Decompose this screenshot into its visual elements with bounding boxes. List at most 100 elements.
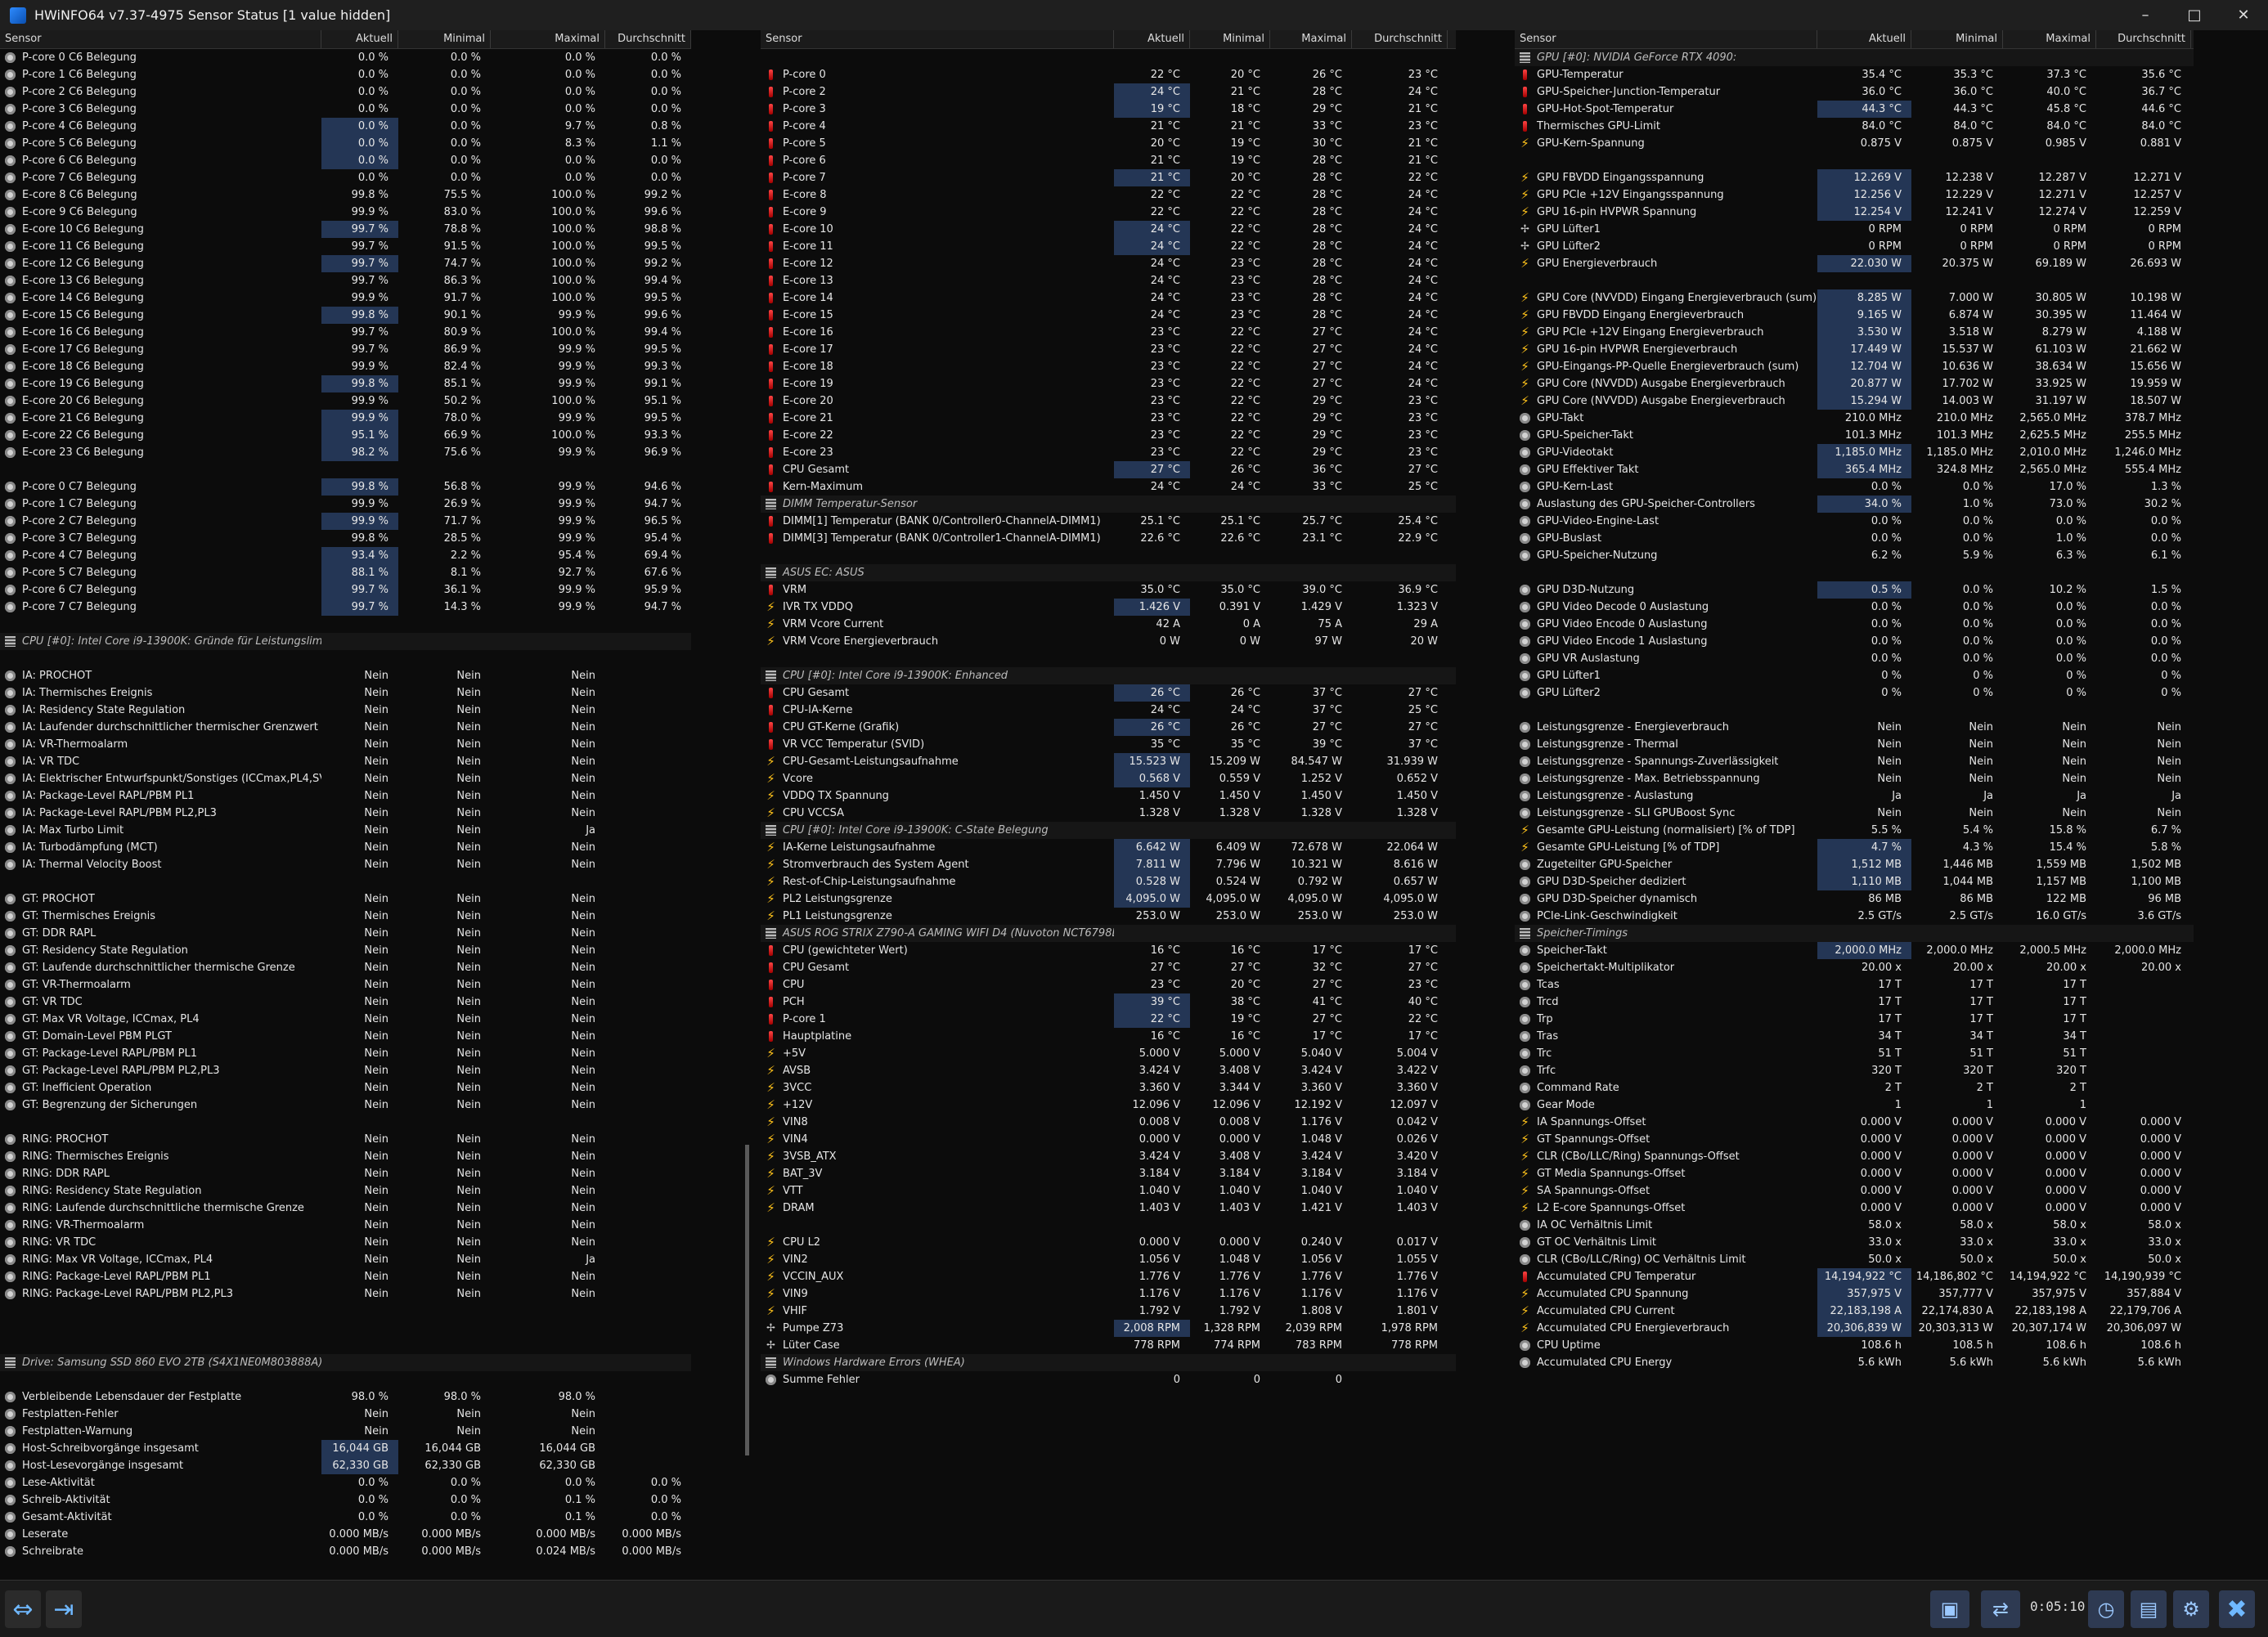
col-sensor[interactable]: Sensor [0, 30, 321, 48]
sensor-row[interactable]: ⚡ 3VSB_ATX 3.424 V 3.408 V 3.424 V 3.420 V [761, 1148, 1456, 1165]
sensor-row[interactable]: VRM 35.0 °C 35.0 °C 39.0 °C 36.9 °C [761, 581, 1456, 599]
sensor-row[interactable]: GPU-Takt 210.0 MHz 210.0 MHz 2,565.0 MHz 378… [1515, 410, 2194, 427]
sensor-row[interactable]: GPU-Video-Engine-Last 0.0 % 0.0 % 0.0 % 0.0 … [1515, 513, 2194, 530]
sensor-row[interactable]: ⚡ VIN8 0.008 V 0.008 V 1.176 V 0.042 V [761, 1114, 1456, 1131]
sensor-row[interactable]: Schreibrate 0.000 MB/s 0.000 MB/s 0.024 MB/… [0, 1543, 691, 1560]
sensor-row[interactable]: IA: Package-Level RAPL/PBM PL1 Nein Nein Ne… [0, 787, 691, 805]
sensor-group-header[interactable]: ASUS EC: ASUS [761, 564, 1456, 581]
sensor-row[interactable]: E-core 11 24 °C 22 °C 28 °C 24 °C [761, 238, 1456, 255]
sensor-row[interactable]: CPU Gesamt 27 °C 26 °C 36 °C 27 °C [761, 461, 1456, 478]
sensor-row[interactable]: E-core 18 C6 Belegung 99.9 % 82.4 % 99.9 % 9… [0, 358, 691, 375]
sensor-row[interactable]: Host-Schreibvorgänge insgesamt 16,044 GB 1… [0, 1440, 691, 1457]
col-max[interactable]: Maximal [1270, 30, 1352, 48]
sensor-row[interactable]: CLR (CBo/LLC/Ring) OC Verhältnis Limit 50… [1515, 1251, 2194, 1268]
sensor-row[interactable]: ⚡ GPU Core (NVVDD) Ausgabe Energieverbrau… [1515, 392, 2194, 410]
sensor-row[interactable]: P-core 3 C6 Belegung 0.0 % 0.0 % 0.0 % 0.0 % [0, 101, 691, 118]
monitor-network-icon[interactable]: ▣ [1930, 1590, 1969, 1628]
sensor-row[interactable]: Leserate 0.000 MB/s 0.000 MB/s 0.000 MB/s 0.… [0, 1526, 691, 1543]
sensor-row[interactable]: ⚡ Stromverbrauch des System Agent 7.811 W7… [761, 856, 1456, 873]
sensor-group-header[interactable]: CPU [#0]: Intel Core i9-13900K: Gründe f… [0, 633, 691, 650]
sensor-row[interactable]: E-core 17 23 °C 22 °C 27 °C 24 °C [761, 341, 1456, 358]
sensor-row[interactable]: P-core 1 C6 Belegung 0.0 % 0.0 % 0.0 % 0.0 % [0, 66, 691, 83]
sensor-row[interactable]: CPU Gesamt 27 °C 27 °C 32 °C 27 °C [761, 959, 1456, 976]
sensor-row[interactable]: GPU-Hot-Spot-Temperatur 44.3 °C 44.3 °C 45.… [1515, 101, 2194, 118]
col-avg[interactable]: Durchschnitt [2096, 30, 2191, 48]
sensor-row[interactable]: GT: Residency State Regulation Nein Nein Ne… [0, 942, 691, 959]
sensor-row[interactable]: E-core 23 23 °C 22 °C 29 °C 23 °C [761, 444, 1456, 461]
sensor-row[interactable]: IA: Turbodämpfung (MCT) Nein Nein Nein [0, 839, 691, 856]
sensor-row[interactable]: ⚡ DRAM 1.403 V 1.403 V 1.421 V 1.403 V [761, 1200, 1456, 1217]
sensor-row[interactable]: E-core 17 C6 Belegung 99.7 % 86.9 % 99.9 % 9… [0, 341, 691, 358]
sensor-row[interactable]: IA: PROCHOT Nein Nein Nein [0, 667, 691, 684]
sensor-row[interactable]: Verbleibende Lebensdauer der Festplatte 9… [0, 1388, 691, 1406]
sensor-row[interactable]: IA OC Verhältnis Limit 58.0 x 58.0 x 58.0 x… [1515, 1217, 2194, 1234]
sensor-row[interactable]: E-core 20 C6 Belegung 99.9 % 50.2 % 100.0 %… [0, 392, 691, 410]
sensor-row[interactable]: GT: Domain-Level PBM PLGT Nein Nein Nein [0, 1028, 691, 1045]
sensor-row[interactable]: IA: Max Turbo Limit Nein Nein Ja [0, 822, 691, 839]
sensor-row[interactable]: Schreib-Aktivität 0.0 % 0.0 % 0.1 % 0.0 % [0, 1491, 691, 1509]
sensor-row[interactable]: GT: Thermisches Ereignis Nein Nein Nein [0, 908, 691, 925]
sensor-row[interactable]: P-core 6 C7 Belegung 99.7 % 36.1 % 99.9 % 95… [0, 581, 691, 599]
sensor-row[interactable]: E-core 13 C6 Belegung 99.7 % 86.3 % 100.0 %… [0, 272, 691, 289]
sensor-row[interactable]: GPU D3D-Nutzung 0.5 % 0.0 % 10.2 % 1.5 % [1515, 581, 2194, 599]
sensor-row[interactable]: P-core 0 C7 Belegung 99.8 % 56.8 % 99.9 % 94… [0, 478, 691, 496]
sensor-row[interactable]: Hauptplatine 16 °C 16 °C 17 °C 17 °C [761, 1028, 1456, 1045]
sensor-row[interactable]: ⚡ VIN4 0.000 V 0.000 V 1.048 V 0.026 V [761, 1131, 1456, 1148]
sensor-row[interactable]: RING: Laufende durchschnittliche thermis… [0, 1200, 691, 1217]
sensor-row[interactable]: GT: Package-Level RAPL/PBM PL2,PL3 Nein Ne… [0, 1062, 691, 1079]
sensor-row[interactable]: ⚡ VIN2 1.056 V 1.048 V 1.056 V 1.055 V [761, 1251, 1456, 1268]
sensor-row[interactable]: ⚡ GPU FBVDD Eingangsspannung 12.269 V 12.23… [1515, 169, 2194, 186]
sensor-row[interactable]: Auslastung des GPU-Speicher-Controllers 3… [1515, 496, 2194, 513]
sensor-row[interactable]: P-core 6 21 °C 19 °C 28 °C 21 °C [761, 152, 1456, 169]
gear-icon[interactable]: ⚙ [2173, 1590, 2209, 1628]
sensor-row[interactable]: GT: PROCHOT Nein Nein Nein [0, 890, 691, 908]
sensor-row[interactable]: ⚡ Accumulated CPU Energieverbrauch 20,306,… [1515, 1320, 2194, 1337]
sensor-row[interactable]: Leistungsgrenze - Max. Betriebsspannung N… [1515, 770, 2194, 787]
sensor-row[interactable]: ⚡ IA-Kerne Leistungsaufnahme 6.642 W 6.409 … [761, 839, 1456, 856]
sensor-row[interactable]: P-core 2 C6 Belegung 0.0 % 0.0 % 0.0 % 0.0 % [0, 83, 691, 101]
minimize-button[interactable]: – [2121, 0, 2170, 30]
sensor-row[interactable]: Accumulated CPU Energy 5.6 kWh 5.6 kWh 5.6 … [1515, 1354, 2194, 1371]
sensor-row[interactable]: RING: Package-Level RAPL/PBM PL1 Nein Nein… [0, 1268, 691, 1285]
sensor-row[interactable]: ⚡ IVR TX VDDQ 1.426 V 0.391 V 1.429 V 1.323 V [761, 599, 1456, 616]
sensor-row[interactable]: E-core 14 24 °C 23 °C 28 °C 24 °C [761, 289, 1456, 307]
sensor-row[interactable]: E-core 22 C6 Belegung 95.1 % 66.9 % 100.0 %… [0, 427, 691, 444]
sensor-row[interactable]: ⚡ IA Spannungs-Offset 0.000 V 0.000 V 0.000 … [1515, 1114, 2194, 1131]
sensor-row[interactable]: ⚡ GPU 16-pin HVPWR Energieverbrauch 17.449… [1515, 341, 2194, 358]
sensor-row[interactable]: P-core 7 C7 Belegung 99.7 % 14.3 % 99.9 % 94… [0, 599, 691, 616]
col-current[interactable]: Aktuell [1114, 30, 1190, 48]
sensor-row[interactable]: ⚡ CLR (CBo/LLC/Ring) Spannungs-Offset 0.00… [1515, 1148, 2194, 1165]
sensor-row[interactable]: P-core 0 C6 Belegung 0.0 % 0.0 % 0.0 % 0.0 % [0, 49, 691, 66]
sensor-row[interactable]: ⚡ GT Media Spannungs-Offset 0.000 V 0.000 V… [1515, 1165, 2194, 1182]
sensor-row[interactable]: DIMM[3] Temperatur (BANK 0/Controller1-C… [761, 530, 1456, 547]
clock-icon[interactable]: ◷ [2088, 1590, 2124, 1628]
sensor-row[interactable]: P-core 4 C7 Belegung 93.4 % 2.2 % 95.4 % 69.… [0, 547, 691, 564]
sensor-row[interactable]: GT: Inefficient Operation Nein Nein Nein [0, 1079, 691, 1097]
sensor-row[interactable]: P-core 2 C7 Belegung 99.9 % 71.7 % 99.9 % 96… [0, 513, 691, 530]
sensor-row[interactable]: E-core 20 23 °C 22 °C 29 °C 23 °C [761, 392, 1456, 410]
sensor-row[interactable]: Leistungsgrenze - Energieverbrauch Nein Ne… [1515, 719, 2194, 736]
sensor-row[interactable]: PCIe-Link-Geschwindigkeit 2.5 GT/s 2.5 GT/… [1515, 908, 2194, 925]
sensor-row[interactable]: ⚡ L2 E-core Spannungs-Offset 0.000 V 0.000 … [1515, 1200, 2194, 1217]
sensor-row[interactable]: Host-Lesevorgänge insgesamt 62,330 GB 62,3… [0, 1457, 691, 1474]
sensor-row[interactable]: Trp 17 T 17 T 17 T [1515, 1011, 2194, 1028]
sensor-row[interactable]: Speichertakt-Multiplikator 20.00 x 20.00 x… [1515, 959, 2194, 976]
sensor-row[interactable]: GPU Effektiver Takt 365.4 MHz 324.8 MHz 2,5… [1515, 461, 2194, 478]
sensor-row[interactable]: Tcas 17 T 17 T 17 T [1515, 976, 2194, 993]
sensor-row[interactable]: E-core 12 C6 Belegung 99.7 % 74.7 % 100.0 %… [0, 255, 691, 272]
sensor-row[interactable]: E-core 19 23 °C 22 °C 27 °C 24 °C [761, 375, 1456, 392]
sensor-row[interactable]: ⚡ +12V 12.096 V 12.096 V 12.192 V 12.097 V [761, 1097, 1456, 1114]
sensor-row[interactable]: RING: Max VR Voltage, ICCmax, PL4 Nein Nei… [0, 1251, 691, 1268]
sensor-row[interactable]: ⚡ CPU-Gesamt-Leistungsaufnahme 15.523 W 15.… [761, 753, 1456, 770]
sensor-row[interactable]: GT: DDR RAPL Nein Nein Nein [0, 925, 691, 942]
sensor-group-header[interactable]: CPU [#0]: Intel Core i9-13900K: C-State … [761, 822, 1456, 839]
sensor-row[interactable]: Festplatten-Warnung Nein Nein Nein [0, 1423, 691, 1440]
sensor-row[interactable]: ⚡ VHIF 1.792 V 1.792 V 1.808 V 1.801 V [761, 1303, 1456, 1320]
sensor-row[interactable]: E-core 8 C6 Belegung 99.8 % 75.5 % 100.0 % 9… [0, 186, 691, 204]
sensor-row[interactable]: GPU VR Auslastung 0.0 % 0.0 % 0.0 % 0.0 % [1515, 650, 2194, 667]
sensor-row[interactable]: E-core 16 23 °C 22 °C 27 °C 24 °C [761, 324, 1456, 341]
sensor-row[interactable]: ✢ GPU Lüfter2 0 RPM 0 RPM 0 RPM 0 RPM [1515, 238, 2194, 255]
sensor-row[interactable]: Trc 51 T 51 T 51 T [1515, 1045, 2194, 1062]
sensor-row[interactable]: ⚡ CPU L2 0.000 V 0.000 V 0.240 V 0.017 V [761, 1234, 1456, 1251]
sensor-row[interactable]: ⚡ GPU Core (NVVDD) Ausgabe Energieverbrau… [1515, 375, 2194, 392]
